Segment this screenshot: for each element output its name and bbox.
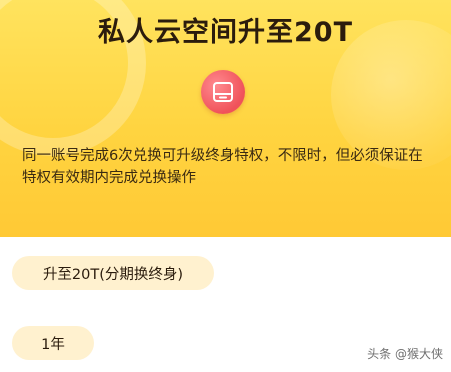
page-title: 私人云空间升至20T [98,17,353,48]
upgrade-20t-option-button[interactable]: 升至20T(分期换终身) [12,256,214,290]
option-label: 升至20T(分期换终身) [42,266,184,283]
option-label: 1年 [41,336,65,353]
one-year-option-button[interactable]: 1年 [12,326,94,360]
hero-card: 私人云空间升至20T 同一账号完成6次兑换可升级终身特权，不限时，但必须保证在特… [0,0,451,237]
watermark: 头条 @猴大侠 [367,347,443,361]
feature-description: 同一账号完成6次兑换可升级终身特权，不限时，但必须保证在特权有效期内完成兑换操作 [22,148,423,186]
storage-box-icon [201,70,245,114]
